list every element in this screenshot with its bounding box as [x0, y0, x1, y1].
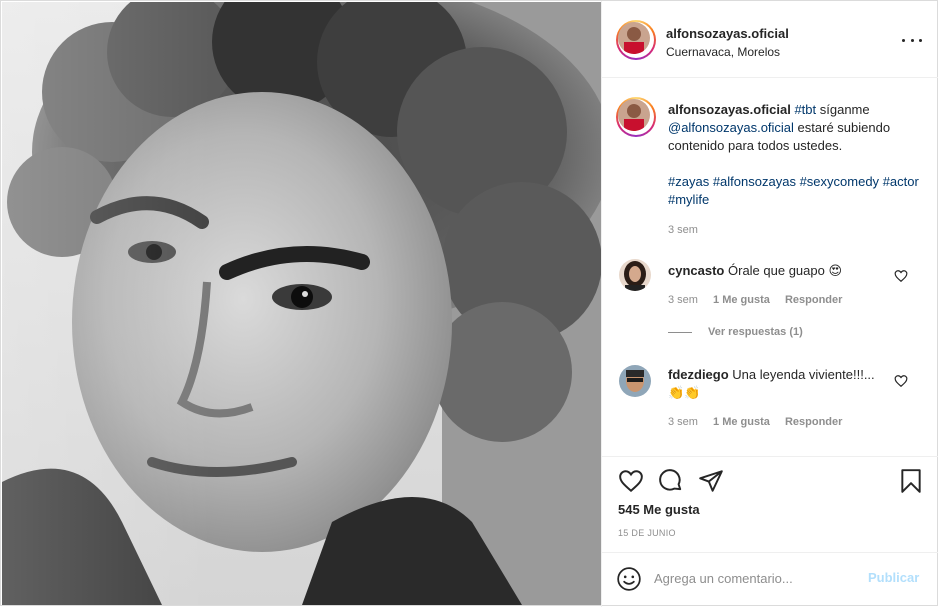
- comment-meta: 3 sem 1 Me gusta Responder: [668, 416, 854, 428]
- hashtag-link[interactable]: #sexycomedy: [800, 174, 879, 189]
- hashtag-link[interactable]: #zayas: [668, 174, 709, 189]
- publish-button[interactable]: Publicar: [868, 570, 919, 585]
- post-date[interactable]: 15 DE JUNIO: [618, 528, 676, 538]
- avatar-image: [619, 365, 651, 397]
- post-photo[interactable]: [2, 2, 601, 605]
- caption-text: alfonsozayas.oficial #tbt síganme @alfon…: [668, 101, 924, 209]
- commenter-username[interactable]: cyncasto: [668, 263, 724, 278]
- reply-button[interactable]: Responder: [785, 294, 842, 306]
- portrait-image: [2, 2, 601, 605]
- reply-button[interactable]: Responder: [785, 416, 842, 428]
- caption-avatar[interactable]: [616, 97, 656, 137]
- comment-meta: 3 sem 1 Me gusta Responder: [668, 294, 854, 306]
- hashtag-link[interactable]: #actor: [883, 174, 919, 189]
- comment-text: cyncasto Órale que guapo 😍: [668, 262, 878, 281]
- comment-emoji: 😍: [828, 264, 843, 279]
- comment-body: Órale que guapo: [728, 263, 825, 278]
- comment-icon[interactable]: [658, 468, 684, 494]
- instagram-post: alfonsozayas.oficial Cuernavaca, Morelos: [0, 0, 938, 607]
- more-options-icon[interactable]: [902, 30, 922, 50]
- caption-username[interactable]: alfonsozayas.oficial: [668, 102, 791, 117]
- likes-count[interactable]: 545 Me gusta: [618, 502, 700, 517]
- view-replies-button[interactable]: Ver respuestas (1): [668, 326, 803, 338]
- comment-input[interactable]: [654, 566, 854, 590]
- emoji-icon[interactable]: [616, 566, 642, 592]
- commenter-username[interactable]: fdezdiego: [668, 367, 729, 382]
- view-replies-label: Ver respuestas (1): [708, 326, 803, 338]
- author-avatar[interactable]: [616, 20, 656, 60]
- bookmark-icon[interactable]: [898, 468, 924, 494]
- send-icon[interactable]: [698, 468, 724, 494]
- replies-divider: [668, 331, 692, 333]
- comment-like-heart-icon[interactable]: [894, 269, 908, 283]
- heart-icon[interactable]: [618, 468, 644, 494]
- comment-timestamp[interactable]: 3 sem: [668, 416, 698, 428]
- author-username[interactable]: alfonsozayas.oficial: [666, 26, 789, 41]
- caption-body: síganme: [816, 102, 870, 117]
- post-header: alfonsozayas.oficial Cuernavaca, Morelos: [602, 1, 938, 78]
- hashtag-link[interactable]: #mylife: [668, 192, 709, 207]
- caption-timestamp[interactable]: 3 sem: [668, 224, 698, 236]
- post-actions: 545 Me gusta 15 DE JUNIO: [602, 456, 938, 552]
- hashtag-link[interactable]: #tbt: [794, 102, 816, 117]
- commenter-avatar[interactable]: [619, 365, 651, 397]
- comment-likes[interactable]: 1 Me gusta: [713, 294, 770, 306]
- comment-body: Una leyenda viviente!!!...: [732, 367, 875, 382]
- comments-section: alfonsozayas.oficial #tbt síganme @alfon…: [602, 79, 938, 455]
- comment-timestamp[interactable]: 3 sem: [668, 294, 698, 306]
- avatar-image: [618, 22, 650, 54]
- mention-link[interactable]: @alfonsozayas.oficial: [668, 120, 794, 135]
- comment-emoji: 👏👏: [668, 386, 701, 401]
- hashtag-link[interactable]: #alfonsozayas: [713, 174, 796, 189]
- avatar-image: [618, 99, 650, 131]
- comment-likes[interactable]: 1 Me gusta: [713, 416, 770, 428]
- comment-text: fdezdiego Una leyenda viviente!!!... 👏👏: [668, 366, 878, 403]
- commenter-avatar[interactable]: [619, 259, 651, 291]
- post-location[interactable]: Cuernavaca, Morelos: [666, 45, 780, 59]
- comment-like-heart-icon[interactable]: [894, 374, 908, 388]
- post-sidebar: alfonsozayas.oficial Cuernavaca, Morelos: [601, 1, 938, 607]
- add-comment-bar: Publicar: [602, 552, 938, 607]
- avatar-image: [619, 259, 651, 291]
